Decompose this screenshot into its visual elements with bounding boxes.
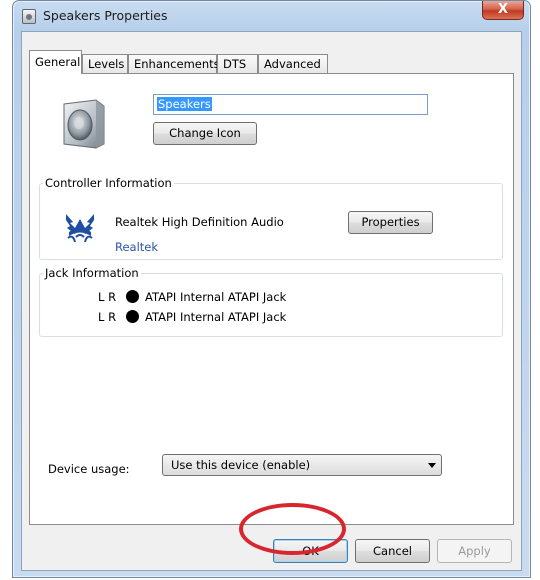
device-usage-label: Device usage: [48,462,130,476]
realtek-logo-icon [66,214,94,243]
window-title: Speakers Properties [43,8,168,23]
change-icon-button[interactable]: Change Icon [153,122,257,145]
speaker-icon [63,99,105,149]
realtek-vendor-link[interactable]: Realtek [115,240,158,254]
device-name-input[interactable]: Speakers [153,94,428,115]
device-name-text: Speakers [157,97,212,111]
tab-enhancements[interactable]: Enhancements [128,54,220,73]
jack-color-dot-icon [126,310,139,323]
controller-properties-button[interactable]: Properties [348,211,433,234]
jack-name: ATAPI Internal ATAPI Jack [145,310,287,324]
jack-channels: L R [98,290,117,304]
jack-information-label: Jack Information [43,266,141,280]
general-tab-panel: Speakers Change Icon Controller Informat… [29,73,514,525]
jack-information-group: Jack Information L R ATAPI Internal ATAPI… [39,266,503,337]
close-button[interactable]: X [482,1,524,20]
tab-advanced[interactable]: Advanced [258,54,328,73]
jack-channels: L R [98,310,117,324]
device-usage-select[interactable]: Use this device (enable) [162,454,442,476]
tab-dts[interactable]: DTS [217,54,258,73]
jack-row: L R ATAPI Internal ATAPI Jack [98,290,286,306]
speaker-app-icon [22,9,36,24]
ok-button[interactable]: OK [273,539,348,563]
tab-general[interactable]: General [29,50,82,74]
speakers-properties-window: Speakers Properties X General Levels Enh… [12,0,531,578]
title-bar[interactable]: Speakers Properties X [13,1,530,31]
controller-information-group: Controller Information Realtek High Defi… [39,176,503,260]
controller-information-label: Controller Information [43,176,174,190]
jack-color-dot-icon [126,290,139,303]
device-usage-value: Use this device (enable) [171,458,311,472]
jack-row: L R ATAPI Internal ATAPI Jack [98,310,286,326]
tab-levels[interactable]: Levels [82,54,128,73]
jack-name: ATAPI Internal ATAPI Jack [145,290,287,304]
dialog-client-area: General Levels Enhancements DTS Advanced [21,31,522,571]
dropdown-arrow-icon [428,463,436,468]
cancel-button[interactable]: Cancel [355,539,430,563]
controller-name: Realtek High Definition Audio [115,215,284,229]
apply-button[interactable]: Apply [437,539,512,563]
